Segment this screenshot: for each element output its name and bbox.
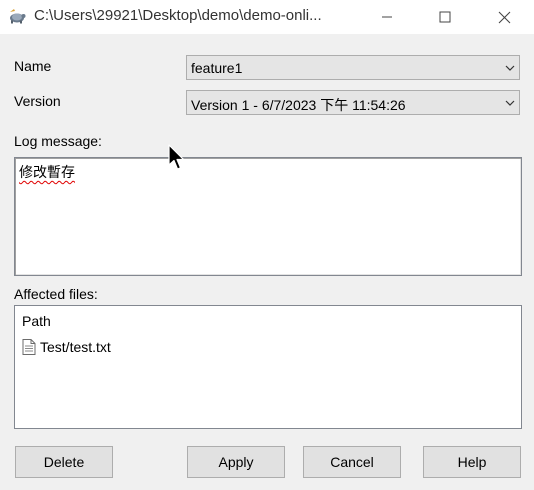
affected-files-list[interactable]: Path Test/test.txt — [14, 305, 522, 429]
name-label: Name — [14, 58, 52, 74]
shelve-dialog-window: C:\Users\29921\Desktop\demo\demo-onli...… — [0, 0, 534, 490]
list-item[interactable]: Test/test.txt — [22, 337, 111, 357]
version-label: Version — [14, 93, 61, 109]
text-file-icon — [22, 339, 36, 355]
tortoise-app-icon — [10, 9, 26, 24]
name-dropdown[interactable]: feature1 — [186, 55, 520, 80]
close-button[interactable] — [481, 0, 527, 34]
maximize-button[interactable] — [422, 0, 468, 34]
log-message-value: 修改暫存 — [19, 165, 75, 181]
version-dropdown[interactable]: Version 1 - 6/7/2023 下午 11:54:26 — [186, 90, 520, 115]
minimize-button[interactable] — [364, 0, 410, 34]
log-message-label: Log message: — [14, 133, 102, 149]
maximize-icon — [439, 11, 451, 23]
help-button[interactable]: Help — [423, 446, 521, 478]
version-dropdown-value: Version 1 - 6/7/2023 下午 11:54:26 — [191, 97, 406, 113]
mouse-pointer-icon — [168, 144, 185, 170]
chevron-down-icon — [505, 65, 515, 71]
minimize-icon — [382, 16, 392, 18]
chevron-down-icon — [505, 100, 515, 106]
cancel-button[interactable]: Cancel — [303, 446, 401, 478]
apply-button[interactable]: Apply — [187, 446, 285, 478]
title-bar[interactable]: C:\Users\29921\Desktop\demo\demo-onli... — [0, 0, 534, 34]
window-title: C:\Users\29921\Desktop\demo\demo-onli... — [34, 7, 322, 24]
delete-button[interactable]: Delete — [15, 446, 113, 478]
close-icon — [498, 11, 510, 23]
log-message-textarea[interactable]: 修改暫存 — [14, 157, 522, 276]
affected-files-label: Affected files: — [14, 286, 98, 302]
file-path: Test/test.txt — [40, 339, 111, 355]
name-dropdown-value: feature1 — [191, 60, 243, 76]
column-header-path[interactable]: Path — [22, 313, 51, 329]
